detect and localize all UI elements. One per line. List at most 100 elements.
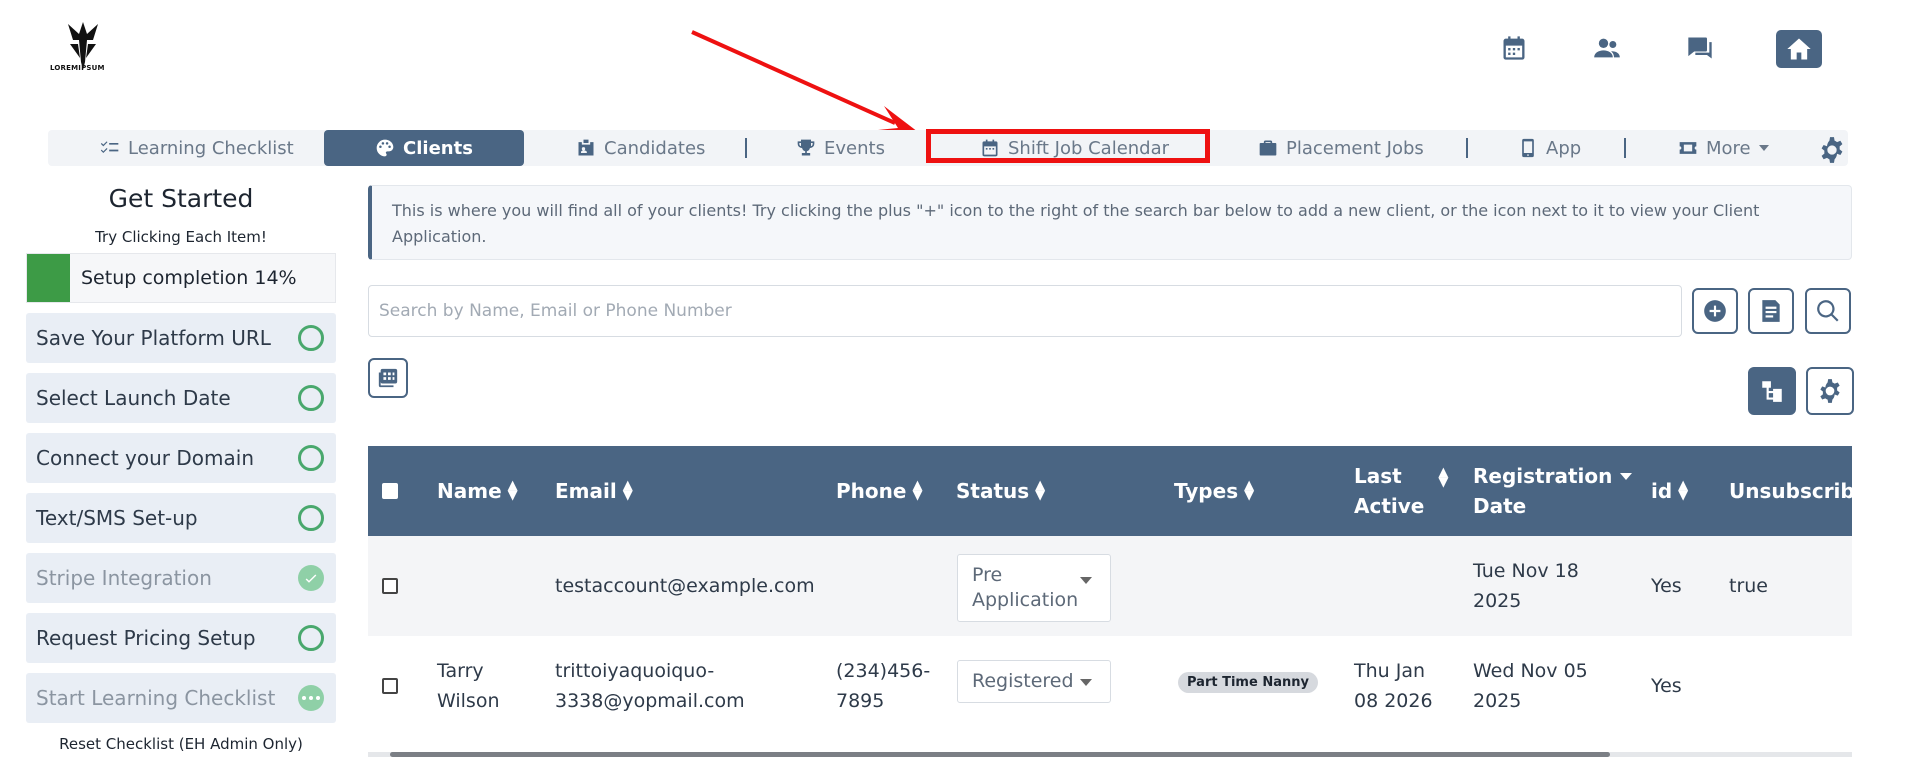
column-header-types[interactable]: Types ▲ ▼ — [1174, 446, 1254, 536]
nav-separator — [745, 138, 747, 158]
tab-app[interactable]: App — [1518, 130, 1581, 166]
horizontal-scrollbar[interactable] — [368, 752, 1852, 757]
tab-clients[interactable]: Clients — [324, 130, 524, 166]
cell-id: Yes — [1651, 675, 1682, 697]
pending-circle-icon — [298, 505, 324, 531]
checklist-item-domain[interactable]: Connect your Domain — [26, 433, 336, 483]
header-label: Last Active — [1354, 464, 1425, 518]
pending-circle-icon — [298, 325, 324, 351]
settings-gear-button[interactable] — [1818, 136, 1846, 164]
reset-checklist-link[interactable]: Reset Checklist (EH Admin Only) — [26, 735, 336, 753]
checklist-item-platform-url[interactable]: Save Your Platform URL — [26, 313, 336, 363]
tree-view-button[interactable] — [1748, 367, 1796, 415]
scrollbar-thumb[interactable] — [390, 752, 1610, 757]
table-row[interactable]: testaccount@example.com Pre Application … — [368, 536, 1852, 636]
client-application-button[interactable] — [1748, 288, 1794, 334]
status-select[interactable]: Registered — [957, 660, 1111, 703]
ticket-icon — [1679, 142, 1697, 154]
search-icon — [1817, 300, 1839, 322]
header-label: Types — [1174, 479, 1239, 503]
calendar-icon[interactable] — [1496, 30, 1532, 66]
sort-icon: ▲ ▼ — [912, 478, 923, 503]
briefcase-icon — [1259, 140, 1277, 156]
gear-icon — [1821, 137, 1843, 163]
annotation-highlight-box — [926, 129, 1210, 163]
palette-icon — [376, 139, 394, 157]
column-header-unsubscribed[interactable]: Unsubscribed — [1729, 446, 1852, 536]
trophy-icon — [797, 139, 815, 156]
checklist-item-sms[interactable]: Text/SMS Set-up — [26, 493, 336, 543]
progress-label: Setup completion 14% — [81, 267, 297, 289]
table-settings-button[interactable] — [1806, 367, 1854, 415]
tab-learning-checklist[interactable]: Learning Checklist — [100, 130, 294, 166]
table-row[interactable]: Tarry Wilson trittoiyaquoiquo- 3338@yopm… — [368, 636, 1852, 736]
tab-placement-jobs[interactable]: Placement Jobs — [1258, 130, 1424, 166]
checklist-item-launch-date[interactable]: Select Launch Date — [26, 373, 336, 423]
cell-phone: (234)456- 7895 — [836, 660, 931, 712]
pending-circle-icon — [298, 625, 324, 651]
cell-registration-date: Tue Nov 18 2025 — [1473, 560, 1579, 612]
select-all-checkbox[interactable] — [382, 483, 398, 499]
checklist-item-label: Text/SMS Set-up — [36, 506, 198, 530]
nav-separator — [1624, 138, 1626, 158]
header-label: Unsubscribed — [1729, 479, 1852, 503]
cell-last-active: Thu Jan 08 2026 — [1354, 660, 1433, 712]
checklist-item-label: Connect your Domain — [36, 446, 254, 470]
column-header-email[interactable]: Email ▲ ▼ — [555, 446, 633, 536]
search-input[interactable] — [368, 285, 1682, 337]
tab-label: Clients — [403, 137, 473, 159]
row-checkbox[interactable] — [382, 678, 398, 694]
tab-events[interactable]: Events — [796, 130, 885, 166]
search-button[interactable] — [1805, 288, 1851, 334]
status-value: Application — [972, 589, 1079, 611]
sidebar-title: Get Started — [108, 184, 254, 213]
chevron-down-icon — [1758, 145, 1769, 151]
checklist-item-label: Select Launch Date — [36, 386, 231, 410]
gear-icon — [1820, 379, 1840, 403]
header-label: Name — [437, 479, 502, 503]
chat-icon[interactable] — [1682, 30, 1718, 66]
nav-separator — [1466, 138, 1468, 158]
tab-more[interactable]: More — [1678, 130, 1769, 166]
header-label: Status — [956, 479, 1030, 503]
column-header-registration-date[interactable]: Registration Date — [1473, 446, 1633, 536]
sort-icon: ▲ ▼ — [1244, 478, 1255, 503]
column-header-phone[interactable]: Phone ▲ ▼ — [836, 446, 922, 536]
home-button[interactable] — [1776, 30, 1822, 68]
table-export-icon — [378, 368, 398, 388]
tab-label: Learning Checklist — [128, 137, 294, 159]
sort-icon: ▲ ▼ — [1678, 478, 1689, 503]
column-header-last-active[interactable]: Last Active ▲ ▼ — [1354, 446, 1448, 536]
status-value: Registered — [972, 670, 1074, 692]
sort-icon: ▲ ▼ — [1035, 478, 1046, 503]
export-table-button[interactable] — [368, 358, 408, 398]
row-checkbox[interactable] — [382, 578, 398, 594]
tab-label: Candidates — [604, 137, 706, 159]
tab-candidates[interactable]: Candidates — [576, 130, 705, 166]
checklist-item-pricing[interactable]: Request Pricing Setup — [26, 613, 336, 663]
annotation-arrow — [691, 30, 918, 132]
check-circle-icon — [298, 565, 324, 591]
chevron-down-icon — [1080, 679, 1092, 686]
add-client-button[interactable] — [1692, 288, 1738, 334]
progress-fill — [27, 254, 70, 302]
tab-label: App — [1546, 137, 1582, 159]
sidebar-subtitle: Try Clicking Each Item! — [95, 228, 267, 246]
checklist-item-stripe[interactable]: Stripe Integration — [26, 553, 336, 603]
status-select[interactable]: Pre Application — [957, 554, 1111, 622]
tab-label: Events — [824, 137, 885, 159]
column-header-status[interactable]: Status ▲ ▼ — [956, 446, 1045, 536]
checklist-item-learning[interactable]: Start Learning Checklist — [26, 673, 336, 723]
users-icon[interactable] — [1589, 30, 1625, 66]
column-header-id[interactable]: id ▲ ▼ — [1651, 446, 1688, 536]
type-tag: Part Time Nanny — [1178, 672, 1318, 693]
mobile-icon — [1522, 138, 1534, 158]
table-header: Name ▲ ▼ Email ▲ ▼ Phone ▲ ▼ Status ▲ ▼ Type… — [368, 446, 1852, 536]
cell-email: testaccount@example.com — [555, 575, 815, 597]
checklist-item-label: Start Learning Checklist — [36, 686, 276, 710]
tab-label: Placement Jobs — [1286, 137, 1424, 159]
column-header-name[interactable]: Name ▲ ▼ — [437, 446, 518, 536]
document-icon — [1762, 300, 1780, 322]
more-dots-icon — [298, 685, 324, 711]
cell-registration-date: Wed Nov 05 2025 — [1473, 660, 1588, 712]
